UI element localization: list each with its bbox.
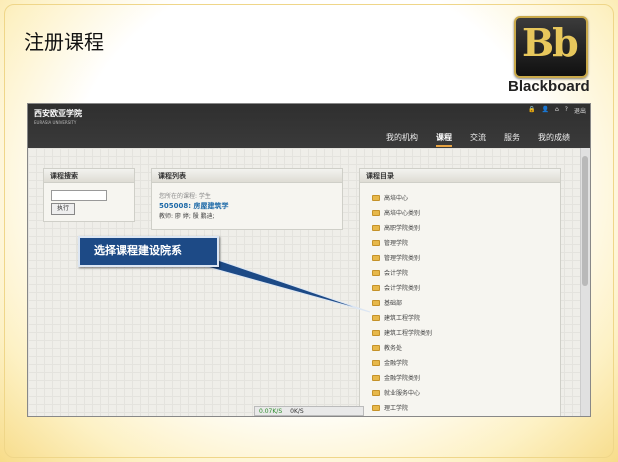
callout-arrow xyxy=(203,257,371,313)
callout-pointer xyxy=(203,257,371,313)
callout-label: 选择课程建设院系 xyxy=(78,236,219,267)
